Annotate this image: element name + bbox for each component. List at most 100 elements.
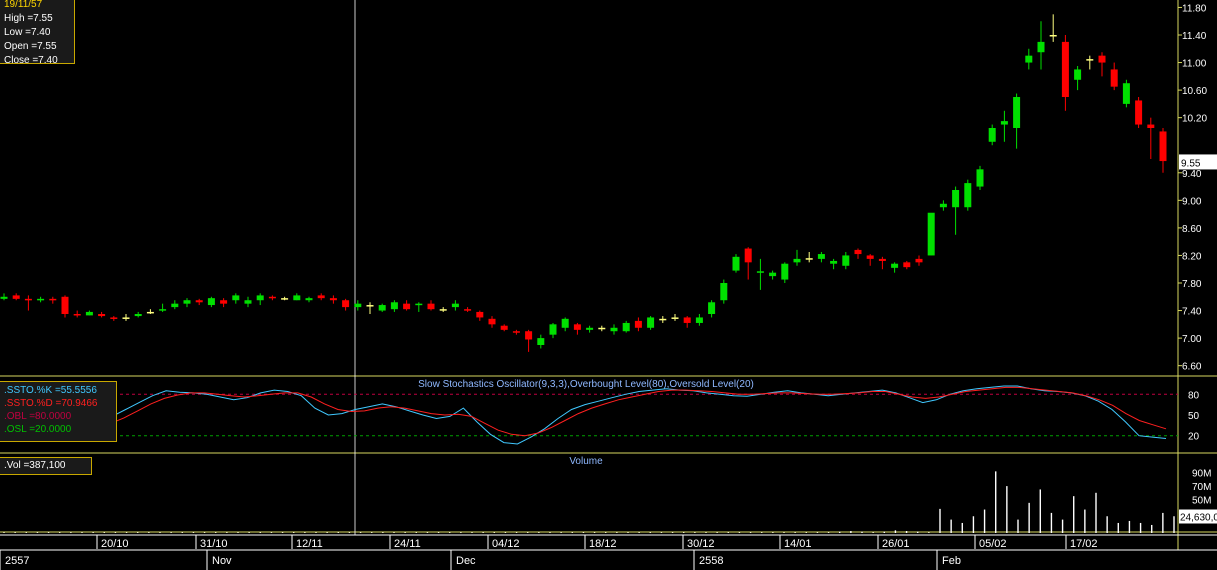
- date-tick-label: 12/11: [296, 538, 323, 550]
- candle-body: [98, 314, 106, 317]
- stochastic-legend-box: .SSTO.%K =55.5556 .SSTO.%D =70.9466 .OBL…: [0, 381, 117, 442]
- legend-ssto-k: .SSTO.%K =55.5556: [4, 385, 97, 396]
- candle-body: [159, 309, 167, 311]
- price-tick-label: 9.00: [1182, 196, 1202, 207]
- candle-body: [427, 303, 435, 310]
- candle-body: [488, 318, 496, 325]
- candle-body: [1159, 131, 1167, 162]
- candle-body: [293, 295, 301, 301]
- candle-body: [500, 325, 508, 330]
- candle-body: [73, 314, 81, 316]
- candle-body: [110, 317, 118, 319]
- date-tick-label: 31/10: [200, 538, 228, 550]
- candle-body: [939, 203, 947, 208]
- candle-body: [634, 320, 642, 328]
- candle-body: [0, 296, 8, 299]
- candle-body: [854, 249, 862, 255]
- candle-body: [403, 303, 411, 310]
- candle-body: [415, 303, 423, 306]
- candle-body: [817, 254, 825, 259]
- candle-body: [1110, 69, 1118, 87]
- current-price-label: 9.55: [1181, 158, 1201, 169]
- candle-body: [183, 300, 191, 304]
- candle-body: [37, 298, 45, 301]
- candle-body: [805, 258, 813, 260]
- candle-body: [1025, 55, 1033, 63]
- candle-body: [769, 272, 777, 277]
- candle-body: [61, 296, 69, 314]
- info-close: Close =7.40: [4, 55, 58, 66]
- current-volume-label: 24,630,0: [1180, 512, 1217, 523]
- candle-body: [122, 317, 130, 319]
- candle-body: [1074, 69, 1082, 80]
- candle-body: [378, 305, 386, 311]
- period-label: Nov: [212, 555, 232, 567]
- candle-body: [830, 260, 838, 264]
- candle-body: [793, 258, 801, 263]
- date-tick-label: 17/02: [1070, 538, 1098, 550]
- period-label: 2557: [5, 555, 29, 567]
- candle-body: [1049, 35, 1057, 37]
- volume-title: Volume: [569, 456, 603, 467]
- candle-body: [268, 296, 276, 299]
- candle-body: [366, 305, 374, 307]
- candle-body: [927, 212, 935, 256]
- candle-body: [390, 302, 398, 310]
- price-tick-label: 11.40: [1182, 31, 1207, 42]
- info-open: Open =7.55: [4, 41, 57, 52]
- candle-body: [842, 255, 850, 266]
- price-tick-label: 11.80: [1182, 3, 1207, 14]
- candle-body: [195, 300, 203, 303]
- info-low: Low =7.40: [4, 27, 51, 38]
- price-tick-label: 7.00: [1182, 334, 1202, 345]
- candle-body: [1135, 100, 1143, 125]
- date-tick-label: 05/02: [979, 538, 1007, 550]
- candle-body: [781, 263, 789, 280]
- legend-ssto-d: .SSTO.%D =70.9466: [4, 398, 98, 409]
- candle-body: [708, 302, 716, 314]
- candle-body: [683, 317, 691, 323]
- candle-body: [342, 300, 350, 308]
- candle-body: [573, 324, 581, 330]
- candle-body: [756, 271, 764, 273]
- candle-body: [659, 318, 667, 321]
- volume-tick-label: 50M: [1192, 496, 1211, 507]
- candle-body: [439, 309, 447, 311]
- stochastic-tick-label: 80: [1188, 390, 1200, 401]
- candle-body: [354, 303, 362, 308]
- info-high: High =7.55: [4, 13, 53, 24]
- candle-body: [476, 311, 484, 318]
- price-tick-label: 9.40: [1182, 169, 1202, 180]
- candle-body: [1147, 124, 1155, 128]
- date-tick-label: 26/01: [882, 538, 910, 550]
- price-tick-label: 8.20: [1182, 251, 1202, 262]
- candle-body: [903, 262, 911, 268]
- volume-tick-label: 70M: [1192, 482, 1211, 493]
- legend-osl: .OSL =20.0000: [4, 424, 72, 435]
- candle-body: [964, 183, 972, 208]
- candle-body: [281, 298, 289, 300]
- candle-body: [671, 317, 679, 319]
- price-tick-label: 7.80: [1182, 279, 1202, 290]
- candle-body: [549, 324, 557, 335]
- info-date: 19/11/57: [4, 0, 43, 10]
- candle-body: [12, 295, 20, 299]
- candle-body: [146, 311, 154, 314]
- candle-body: [537, 338, 545, 345]
- price-tick-label: 10.20: [1182, 114, 1207, 125]
- candle-body: [561, 318, 569, 328]
- candle-body: [525, 331, 533, 340]
- stock-chart[interactable]: 6.60 7.00 7.40 7.80 8.20 8.60 9.00 9.40 10.20 10.…: [0, 0, 1217, 570]
- volume-legend-box: .Vol =387,100: [0, 457, 92, 475]
- candle-body: [85, 311, 93, 316]
- candle-body: [1037, 41, 1045, 53]
- price-tick-label: 7.40: [1182, 307, 1202, 318]
- candle-body: [451, 303, 459, 308]
- candle-body: [134, 314, 142, 317]
- candle-body: [49, 298, 57, 301]
- candle-body: [586, 327, 594, 330]
- period-label: Feb: [942, 555, 961, 567]
- ohlc-info-box: 19/11/57 High =7.55 Low =7.40 Open =7.55…: [0, 0, 75, 66]
- candle-body: [720, 283, 728, 301]
- legend-obl: .OBL =80.0000: [4, 411, 72, 422]
